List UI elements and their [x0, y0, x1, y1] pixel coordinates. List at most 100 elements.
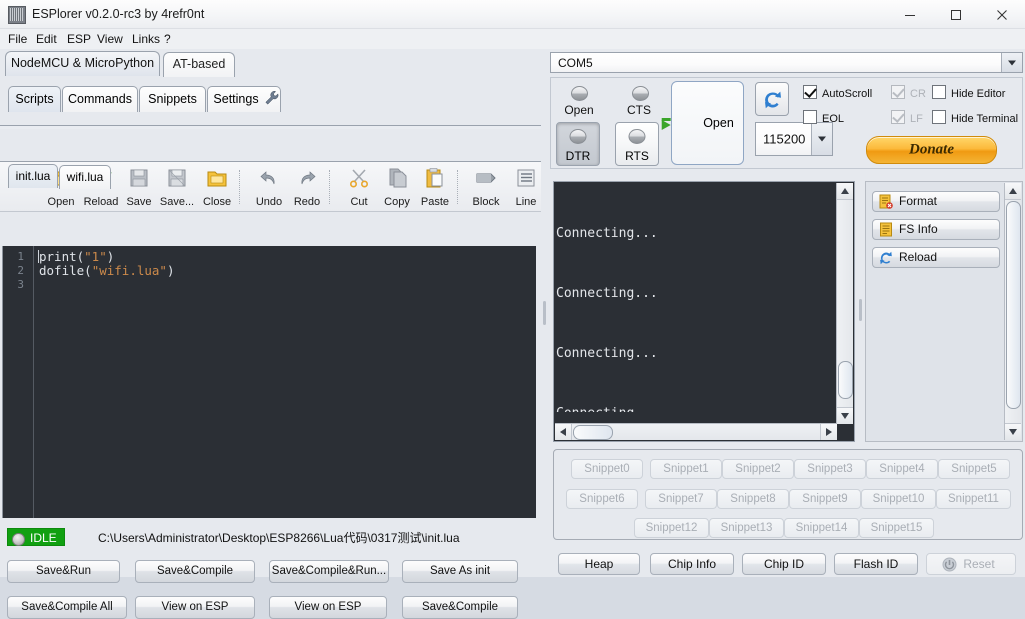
- menu-file[interactable]: File: [4, 31, 31, 47]
- snippet-button[interactable]: Snippet15: [859, 518, 934, 538]
- scroll-up-button[interactable]: [837, 183, 853, 200]
- snippet-button[interactable]: Snippet2: [722, 459, 794, 479]
- close-icon: [997, 9, 1007, 20]
- terminal-panel[interactable]: Connecting... Connecting... Connecting..…: [553, 181, 855, 442]
- cut-button[interactable]: Cut: [338, 165, 380, 209]
- esp-tools-scrollbar[interactable]: [1004, 183, 1021, 440]
- scroll-right-button[interactable]: [820, 424, 837, 440]
- snippet-button[interactable]: Snippet0: [571, 459, 643, 479]
- snippet-button[interactable]: Snippet9: [789, 489, 861, 509]
- scroll-down-button[interactable]: [837, 407, 853, 424]
- eol-checkbox[interactable]: [803, 110, 817, 124]
- snippet-button[interactable]: Snippet7: [645, 489, 717, 509]
- fs-info-button[interactable]: FS Info: [872, 219, 1000, 240]
- donate-button[interactable]: Donate: [866, 136, 997, 164]
- snippet-button[interactable]: Snippet3: [794, 459, 866, 479]
- code-line-1: print("1"): [39, 249, 115, 264]
- tab-at-based[interactable]: AT-based: [163, 52, 235, 77]
- status-led-icon: [12, 533, 25, 546]
- snippet-button[interactable]: Snippet8: [717, 489, 789, 509]
- autoscroll-checkbox[interactable]: [803, 85, 817, 99]
- terminal-hscroll-thumb[interactable]: [573, 425, 613, 440]
- scroll-left-button[interactable]: [555, 424, 572, 440]
- reload-blue-icon: [880, 251, 892, 265]
- snippet-button[interactable]: Snippet6: [566, 489, 638, 509]
- save-as-init-button[interactable]: Save As init: [402, 560, 518, 583]
- snippet-button[interactable]: Snippet14: [784, 518, 859, 538]
- tools-scroll-up-button[interactable]: [1005, 183, 1021, 200]
- file-tab-init-lua[interactable]: init.lua: [8, 164, 58, 188]
- save-compile-button-2[interactable]: Save&Compile: [402, 596, 518, 619]
- snippet-button[interactable]: Snippet5: [938, 459, 1010, 479]
- com-port-select[interactable]: COM5: [550, 52, 1023, 73]
- gutter-separator: [33, 246, 34, 518]
- file-tab-wifi-lua[interactable]: wifi.lua: [59, 165, 111, 189]
- terminal-vertical-scrollbar[interactable]: [836, 183, 853, 424]
- line-number: 2: [17, 264, 24, 277]
- menu-edit[interactable]: Edit: [32, 31, 61, 47]
- tools-vscroll-thumb[interactable]: [1006, 201, 1021, 409]
- heap-button[interactable]: Heap: [558, 553, 640, 575]
- snippet-button[interactable]: Snippet1: [650, 459, 722, 479]
- maximize-button[interactable]: [933, 0, 979, 29]
- reload-fs-button[interactable]: Reload: [872, 247, 1000, 268]
- tab-snippets[interactable]: Snippets: [139, 86, 206, 112]
- save-and-compile-button[interactable]: Save&Compile: [135, 560, 255, 583]
- snippet-button[interactable]: Snippet4: [866, 459, 938, 479]
- tools-scroll-down-button[interactable]: [1005, 423, 1021, 440]
- save-button[interactable]: Save: [118, 165, 160, 209]
- redo-button[interactable]: Redo: [286, 165, 328, 209]
- terminal-horizontal-scrollbar[interactable]: [555, 423, 837, 440]
- save-compile-run-button[interactable]: Save&Compile&Run...: [269, 560, 389, 583]
- caret-left-icon: [560, 428, 566, 436]
- rts-led-icon: [628, 129, 646, 144]
- minimize-button[interactable]: [887, 0, 933, 29]
- save-as-button[interactable]: Save...: [156, 165, 198, 209]
- tab-scripts[interactable]: Scripts: [8, 86, 61, 112]
- dtr-toggle-button[interactable]: DTR: [556, 122, 600, 166]
- chip-id-button[interactable]: Chip ID: [742, 553, 826, 575]
- format-button[interactable]: Format: [872, 191, 1000, 212]
- snippet-button[interactable]: Snippet13: [709, 518, 784, 538]
- baud-chevron-down-icon[interactable]: [811, 123, 832, 155]
- menu-links[interactable]: Links: [128, 31, 164, 47]
- hide-editor-label: Hide Editor: [951, 88, 1006, 100]
- tab-commands[interactable]: Commands: [62, 86, 138, 112]
- snippet-button[interactable]: Snippet10: [861, 489, 936, 509]
- cut-label: Cut: [350, 196, 368, 208]
- save-and-run-button[interactable]: Save&Run: [7, 560, 120, 583]
- pane-splitter[interactable]: [541, 49, 548, 577]
- scissors-icon: [348, 167, 370, 189]
- code-editor[interactable]: 1 2 3 print("1") dofile("wifi.lua"): [2, 246, 536, 518]
- block-comment-button[interactable]: Block: [465, 165, 507, 209]
- snippet-button[interactable]: Snippet12: [634, 518, 709, 538]
- paste-button[interactable]: Paste: [414, 165, 456, 209]
- undo-button[interactable]: Undo: [248, 165, 290, 209]
- menu-esp[interactable]: ESP: [63, 31, 95, 47]
- hide-terminal-checkbox[interactable]: [932, 110, 946, 124]
- tab-nodemcu-micropython[interactable]: NodeMCU & MicroPython: [5, 51, 160, 76]
- chevron-down-icon[interactable]: [1001, 53, 1022, 72]
- flash-id-button[interactable]: Flash ID: [834, 553, 918, 575]
- terminal-sidebar-splitter[interactable]: [857, 181, 865, 442]
- chip-info-button[interactable]: Chip Info: [650, 553, 734, 575]
- terminal-vscroll-thumb[interactable]: [838, 361, 853, 399]
- rts-toggle-button[interactable]: RTS: [615, 122, 659, 166]
- snippet-button[interactable]: Snippet11: [936, 489, 1011, 509]
- copy-button[interactable]: Copy: [376, 165, 418, 209]
- baud-rate-select[interactable]: 115200: [755, 122, 833, 156]
- paste-label: Paste: [420, 196, 450, 208]
- hide-editor-checkbox[interactable]: [932, 85, 946, 99]
- status-bar: IDLE C:\Users\Administrator\Desktop\ESP8…: [0, 525, 541, 551]
- menu-help[interactable]: ?: [160, 31, 175, 47]
- view-on-esp-button-2[interactable]: View on ESP: [269, 596, 387, 619]
- close-file-button[interactable]: Close: [196, 165, 238, 209]
- menu-view[interactable]: View: [93, 31, 127, 47]
- refresh-ports-button[interactable]: [755, 82, 789, 116]
- open-port-button[interactable]: Open: [661, 81, 744, 165]
- close-button[interactable]: [979, 0, 1025, 29]
- view-on-esp-button-1[interactable]: View on ESP: [135, 596, 255, 619]
- autoscroll-label: AutoScroll: [822, 88, 873, 100]
- save-compile-all-button[interactable]: Save&Compile All: [7, 596, 127, 619]
- redo-icon: [296, 167, 318, 189]
